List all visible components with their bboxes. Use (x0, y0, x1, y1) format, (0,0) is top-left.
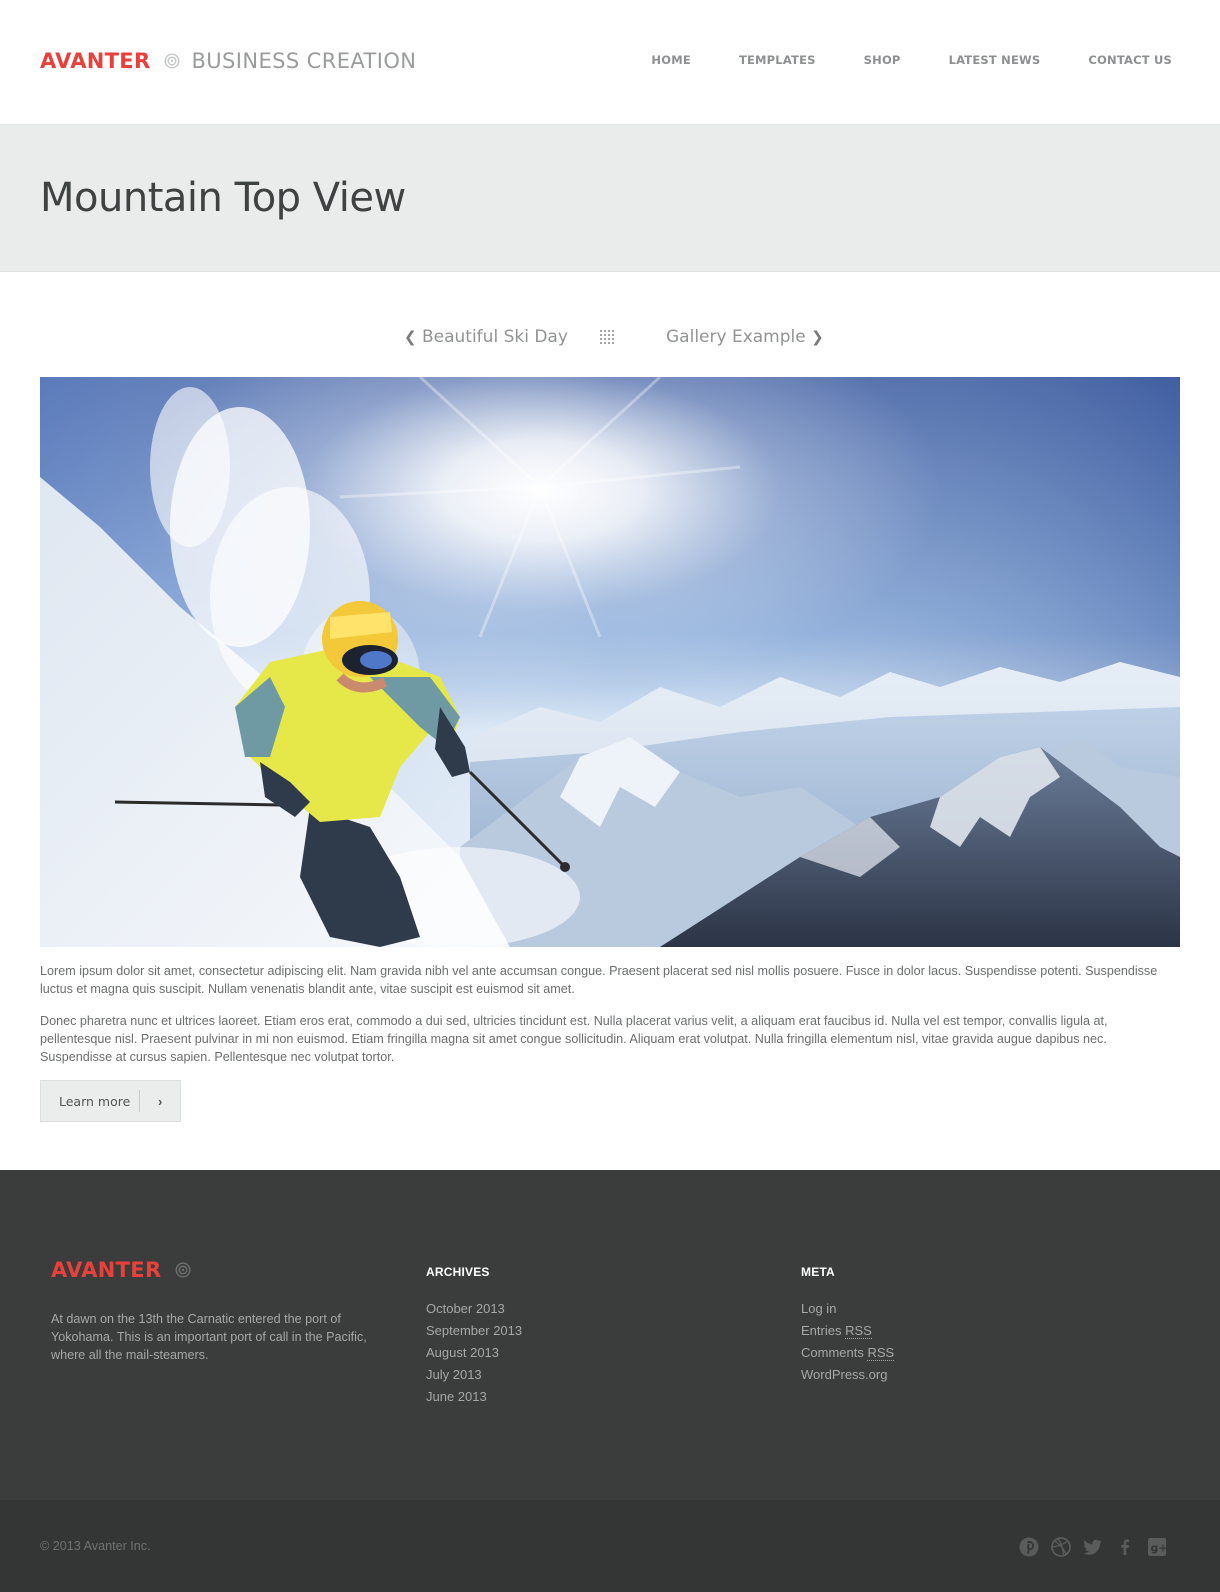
next-post-label: Gallery Example (666, 327, 806, 347)
main-nav: HOME TEMPLATES SHOP LATEST NEWS CONTACT … (603, 53, 1172, 67)
entries-rss-link[interactable]: Entries RSS (801, 1320, 894, 1342)
archive-link[interactable]: August 2013 (426, 1342, 522, 1364)
logo-tagline: BUSINESS CREATION (191, 49, 417, 73)
wordpress-link[interactable]: WordPress.org (801, 1364, 894, 1386)
button-divider (139, 1090, 140, 1112)
dribbble-icon[interactable] (1050, 1536, 1072, 1558)
paragraph: Lorem ipsum dolor sit amet, consectetur … (40, 964, 1158, 996)
nav-home[interactable]: HOME (651, 53, 691, 67)
archive-link[interactable]: June 2013 (426, 1386, 522, 1408)
nav-latest-news[interactable]: LATEST NEWS (949, 53, 1041, 67)
site-logo[interactable]: AVANTER BUSINESS CREATION (40, 49, 416, 73)
footer-about-text: At dawn on the 13th the Carnatic entered… (51, 1312, 367, 1362)
logo-mark-icon (175, 1262, 191, 1278)
prev-post-label: Beautiful Ski Day (421, 327, 568, 347)
nav-templates[interactable]: TEMPLATES (739, 53, 816, 67)
chevron-right-icon: › (158, 1093, 163, 1109)
archive-link[interactable]: October 2013 (426, 1298, 522, 1320)
footer-bottom-bar: © 2013 Avanter Inc. g+ (0, 1500, 1220, 1592)
footer-logo[interactable]: AVANTER (51, 1258, 202, 1282)
archives-widget: ARCHIVES October 2013 September 2013 Aug… (426, 1265, 522, 1408)
paragraph: Donec pharetra nunc et ultrices laoreet.… (40, 1014, 1108, 1064)
post-content: Lorem ipsum dolor sit amet, consectetur … (40, 962, 1180, 1080)
comments-label: Comments (801, 1345, 868, 1360)
nav-contact-us[interactable]: CONTACT US (1088, 53, 1172, 67)
twitter-icon[interactable] (1082, 1536, 1104, 1558)
next-post-link[interactable]: Gallery Example ❯ (666, 327, 824, 347)
google-plus-icon[interactable]: g+ (1146, 1536, 1168, 1558)
svg-text:g+: g+ (1151, 1542, 1168, 1555)
hero-image (40, 377, 1180, 947)
chevron-right-icon: ❯ (811, 328, 824, 346)
archive-link[interactable]: July 2013 (426, 1364, 522, 1386)
logo-mark-icon (164, 53, 180, 69)
rss-abbr: RSS (867, 1345, 895, 1361)
page-title: Mountain Top View (40, 175, 406, 221)
archive-link[interactable]: September 2013 (426, 1320, 522, 1342)
meta-heading: META (801, 1265, 835, 1279)
post-navigation: ❮ Beautiful Ski Day Gallery Example ❯ (0, 325, 1220, 349)
facebook-icon[interactable] (1114, 1536, 1136, 1558)
nav-shop[interactable]: SHOP (864, 53, 901, 67)
learn-more-label: Learn more (59, 1093, 131, 1109)
learn-more-button[interactable]: Learn more › (40, 1080, 181, 1122)
pinterest-icon[interactable] (1018, 1536, 1040, 1558)
entries-label: Entries (801, 1323, 846, 1338)
archives-heading: ARCHIVES (426, 1265, 490, 1279)
rss-abbr: RSS (845, 1323, 872, 1339)
social-links: g+ (1018, 1536, 1168, 1558)
log-in-link[interactable]: Log in (801, 1298, 894, 1320)
site-header: AVANTER BUSINESS CREATION HOME TEMPLATES… (0, 0, 1220, 125)
meta-widget: META Log in Entries RSS Comments RSS Wor… (801, 1265, 895, 1386)
grid-icon[interactable] (600, 330, 614, 344)
chevron-left-icon: ❮ (404, 328, 417, 346)
prev-post-link[interactable]: ❮ Beautiful Ski Day (404, 327, 568, 347)
footer-brand: AVANTER (51, 1258, 162, 1282)
page-title-band: Mountain Top View (0, 125, 1220, 272)
copyright-text: © 2013 Avanter Inc. (40, 1539, 151, 1553)
logo-brand: AVANTER (40, 49, 151, 73)
site-footer: AVANTER At dawn on the 13th the Carnatic… (0, 1170, 1220, 1500)
comments-rss-link[interactable]: Comments RSS (801, 1342, 895, 1364)
